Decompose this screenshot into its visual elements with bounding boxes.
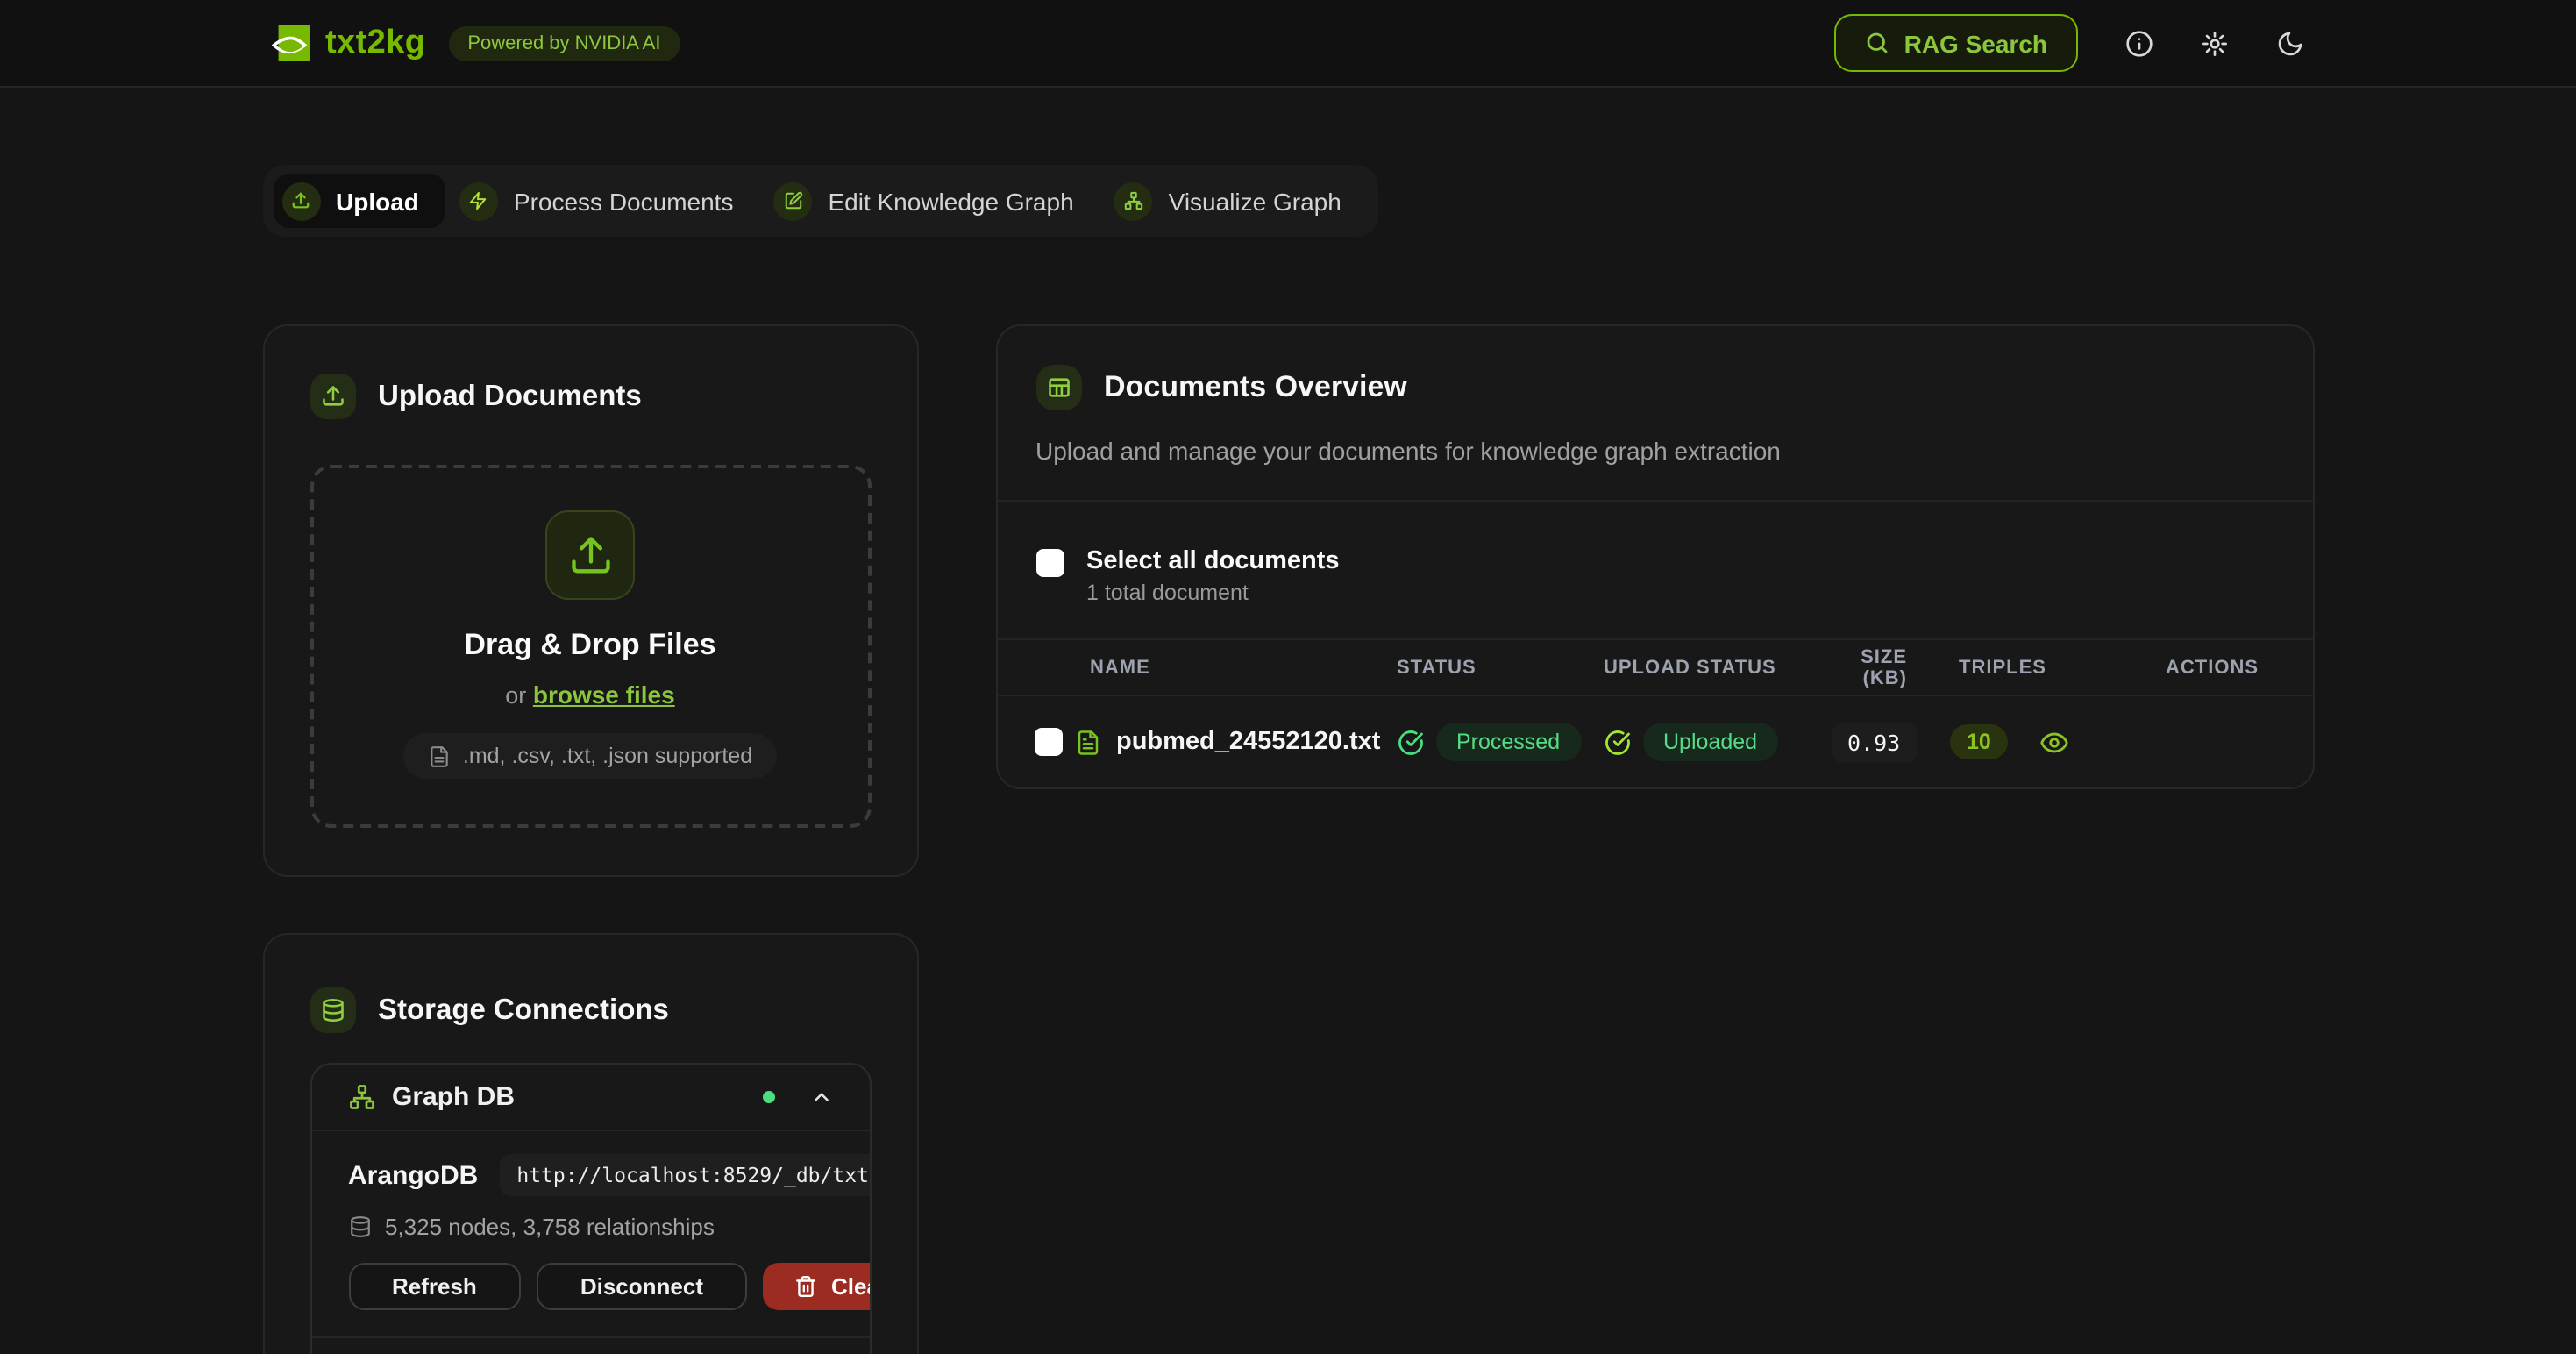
tab-label: Visualize Graph <box>1169 187 1341 215</box>
check-circle-icon <box>1397 729 1423 755</box>
trash-icon <box>794 1275 817 1298</box>
top-bar: txt2kg Powered by NVIDIA AI RAG Search <box>0 0 2576 88</box>
eye-icon <box>2040 727 2070 757</box>
theme-toggle-button[interactable] <box>2275 29 2303 57</box>
table-header: NAME STATUS UPLOAD STATUS SIZE (KB) TRIP… <box>997 638 2312 696</box>
storage-connection-list: Graph DB ArangoDB http://localhos <box>310 1063 871 1354</box>
tab-edit-knowledge-graph[interactable]: Edit Knowledge Graph <box>765 174 1099 228</box>
edit-pencil-icon <box>773 182 812 220</box>
column-header-actions: ACTIONS <box>2133 657 2291 678</box>
tab-process-documents[interactable]: Process Documents <box>451 174 760 228</box>
clear-button[interactable]: Clear <box>763 1263 871 1310</box>
panel-subtitle: Upload and manage your documents for kno… <box>997 437 2312 465</box>
storage-connections-panel: Storage Connections Graph DB <box>262 933 918 1354</box>
graph-db-details: ArangoDB http://localhost:8529/_db/txt2k… <box>311 1131 869 1336</box>
provider-name: ArangoDB <box>348 1160 478 1190</box>
top-actions: RAG Search <box>1834 14 2303 72</box>
info-icon <box>2124 29 2153 57</box>
file-text-icon <box>428 745 451 767</box>
search-icon <box>1864 30 1890 56</box>
column-header-size: SIZE (KB) <box>1832 646 1907 688</box>
upload-icon <box>281 182 320 220</box>
view-document-button[interactable] <box>2040 727 2070 757</box>
settings-button[interactable] <box>2200 29 2228 57</box>
settings-gear-icon <box>2200 29 2228 57</box>
documents-overview-panel: Documents Overview Upload and manage you… <box>995 324 2314 789</box>
dropzone-title: Drag & Drop Files <box>331 628 850 663</box>
tab-label: Process Documents <box>514 187 734 215</box>
column-header-upload-status: UPLOAD STATUS <box>1604 657 1832 678</box>
zap-icon <box>459 182 498 220</box>
refresh-button[interactable]: Refresh <box>348 1263 521 1310</box>
triples-count-badge: 10 <box>1949 724 2009 759</box>
tab-visualize-graph[interactable]: Visualize Graph <box>1106 174 1368 228</box>
app-title: txt2kg <box>325 24 425 62</box>
file-dropzone[interactable]: Drag & Drop Files or browse files .md, .… <box>310 465 871 828</box>
network-graph-icon <box>1114 182 1153 220</box>
moon-dark-mode-icon <box>2275 29 2303 57</box>
size-kb-value: 0.93 <box>1832 722 1916 762</box>
graph-stats: 5,325 nodes, 3,758 relationships <box>385 1214 715 1240</box>
brand: txt2kg Powered by NVIDIA AI <box>269 23 680 63</box>
check-circle-icon <box>1604 729 1630 755</box>
connection-url: http://localhost:8529/_db/txt2kg <box>499 1154 871 1196</box>
select-all-label: Select all documents <box>1086 547 1340 575</box>
clear-label: Clear <box>831 1273 871 1300</box>
nvidia-logo-icon <box>269 23 310 63</box>
upload-documents-panel: Upload Documents Drag & Drop Files or br… <box>262 324 918 877</box>
database-icon <box>348 1215 371 1238</box>
upload-status-badge: Uploaded <box>1642 723 1778 761</box>
connected-status-dot <box>762 1091 774 1103</box>
vector-db-section-toggle[interactable]: Vector DB <box>311 1338 869 1354</box>
supported-formats-badge: .md, .csv, .txt, .json supported <box>403 733 777 779</box>
main-content: Upload Process Documents Edit Knowledge … <box>262 88 2314 1354</box>
disconnect-button[interactable]: Disconnect <box>537 1263 747 1310</box>
table-grid-icon <box>1035 365 1081 410</box>
panel-title: Upload Documents <box>378 380 642 413</box>
info-button[interactable] <box>2124 29 2153 57</box>
tab-upload[interactable]: Upload <box>273 174 445 228</box>
total-documents-label: 1 total document <box>1086 581 1340 605</box>
tab-label: Edit Knowledge Graph <box>828 187 1073 215</box>
status-badge: Processed <box>1435 723 1581 761</box>
database-icon <box>310 987 355 1033</box>
upload-icon <box>545 510 635 600</box>
tab-label: Upload <box>336 187 419 215</box>
column-header-status: STATUS <box>1397 657 1604 678</box>
column-header-name: NAME <box>1074 657 1397 678</box>
file-text-icon <box>1074 729 1100 755</box>
graph-db-section-toggle[interactable]: Graph DB <box>311 1065 869 1130</box>
rag-search-button[interactable]: RAG Search <box>1834 14 2077 72</box>
panel-title: Storage Connections <box>378 994 669 1027</box>
row-checkbox[interactable] <box>1034 728 1062 756</box>
graph-db-label: Graph DB <box>392 1082 515 1112</box>
document-table-row[interactable]: pubmed_24552120.txt Processed Uploaded 0… <box>997 696 2312 787</box>
browse-files-link[interactable]: browse files <box>533 681 675 709</box>
tab-bar: Upload Process Documents Edit Knowledge … <box>262 165 1378 237</box>
panel-title: Documents Overview <box>1104 370 1407 405</box>
chevron-up-icon <box>809 1086 832 1108</box>
supported-formats-text: .md, .csv, .txt, .json supported <box>463 744 752 768</box>
network-graph-icon <box>348 1084 374 1110</box>
select-all-checkbox[interactable] <box>1035 549 1064 577</box>
document-name: pubmed_24552120.txt <box>1116 728 1380 756</box>
column-header-triples: TRIPLES <box>1907 657 2133 678</box>
powered-by-badge: Powered by NVIDIA AI <box>448 25 680 61</box>
app-root: txt2kg Powered by NVIDIA AI RAG Search <box>0 0 2576 1354</box>
rag-search-label: RAG Search <box>1904 29 2047 57</box>
upload-icon <box>310 374 355 419</box>
or-text: or <box>505 682 526 709</box>
